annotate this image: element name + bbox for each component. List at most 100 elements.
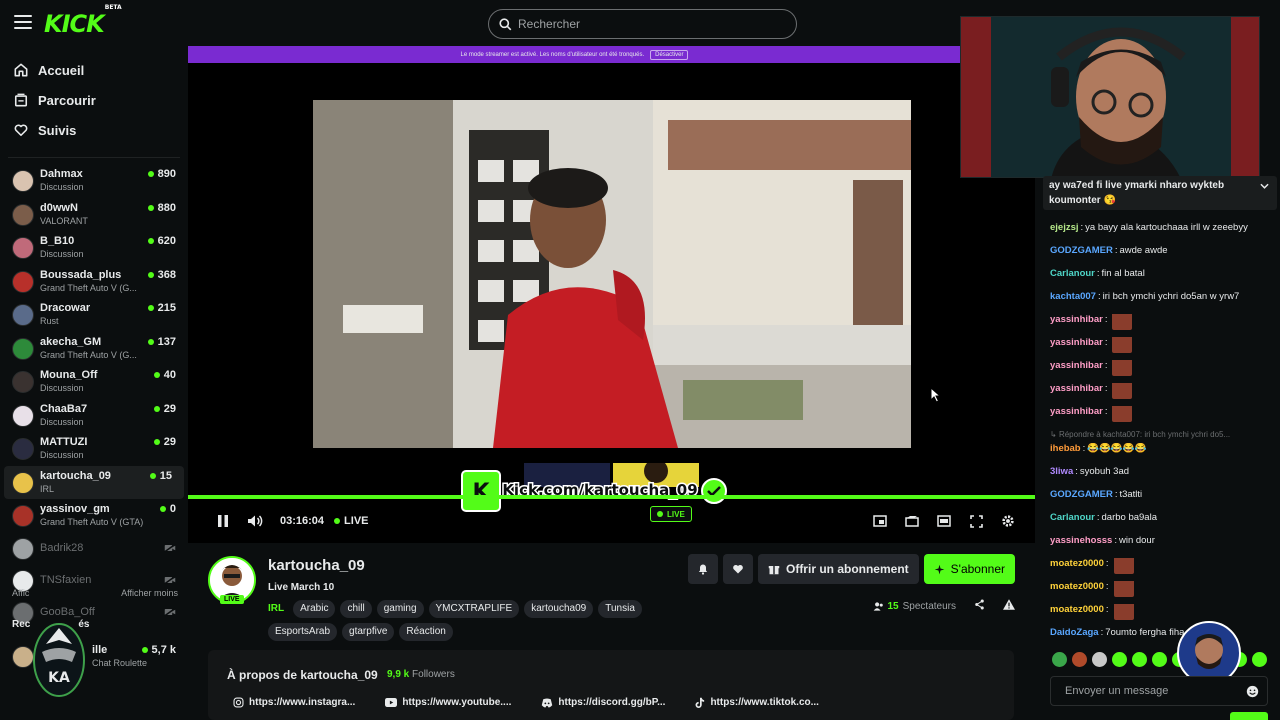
- fullscreen-icon[interactable]: [965, 510, 987, 532]
- chat-username[interactable]: DaidoZaga: [1050, 627, 1099, 638]
- emote-icon[interactable]: [1152, 652, 1167, 667]
- chat-username[interactable]: GODZGAMER: [1050, 245, 1113, 256]
- sidebar-channel-item[interactable]: Dahmax Discussion 890: [0, 164, 188, 198]
- gift-subscription-button[interactable]: Offrir un abonnement: [757, 554, 919, 584]
- chat-message: ihebab: 😂😂😂😂😂: [1050, 443, 1276, 466]
- channel-category: VALORANT: [40, 215, 88, 226]
- search-bar[interactable]: [488, 9, 797, 39]
- clip-icon[interactable]: [901, 510, 923, 532]
- chat-username[interactable]: yassinhibar: [1050, 383, 1103, 394]
- disable-streamer-mode-button[interactable]: Désactiver: [650, 49, 689, 60]
- emote-icon[interactable]: [1052, 652, 1067, 667]
- elapsed-time: 03:16:04: [280, 515, 325, 527]
- tag-chip[interactable]: chill: [340, 600, 372, 618]
- clan-logo-watermark: KA: [33, 623, 85, 697]
- emote-icon[interactable]: [1072, 652, 1087, 667]
- tag-chip[interactable]: EsportsArab: [268, 623, 338, 641]
- nav-browse[interactable]: Parcourir: [0, 85, 188, 115]
- chat-username[interactable]: GODZGAMER: [1050, 489, 1113, 500]
- chat-username[interactable]: yassinhibar: [1050, 360, 1103, 371]
- chat-username[interactable]: kachta007: [1050, 291, 1096, 302]
- recommended-channel[interactable]: ille Chat Roulette 5,7 k: [0, 640, 188, 674]
- sidebar-channel-item-offline[interactable]: Badrik28: [0, 533, 188, 565]
- chat-username[interactable]: moatez0000: [1050, 581, 1104, 592]
- sidebar-channel-item[interactable]: MATTUZI Discussion 29: [0, 432, 188, 466]
- sidebar-channel-item[interactable]: kartoucha_09 IRL 15: [4, 465, 184, 499]
- send-chat-button[interactable]: [1230, 712, 1268, 720]
- theater-mode-icon[interactable]: [933, 510, 955, 532]
- channel-category: Grand Theft Auto V (G...: [40, 349, 137, 360]
- chat-username[interactable]: moatez0000: [1050, 604, 1104, 615]
- follow-heart-button[interactable]: [722, 554, 753, 584]
- pinned-message[interactable]: ay wa7ed fi live ymarki nharo wykteb kou…: [1043, 176, 1277, 210]
- video-frame[interactable]: [313, 100, 911, 448]
- sidebar-channel-item[interactable]: ChaaBa7 Discussion 29: [0, 399, 188, 433]
- chat-username[interactable]: Carlanour: [1050, 512, 1095, 523]
- chat-username[interactable]: yassinhibar: [1050, 337, 1103, 348]
- nav-home[interactable]: Accueil: [0, 55, 188, 85]
- sidebar-channel-item[interactable]: Mouna_Off Discussion 40: [0, 365, 188, 399]
- sidebar-channel-item[interactable]: d0wwN VALORANT 880: [0, 198, 188, 232]
- chat-input[interactable]: [1065, 685, 1245, 697]
- subscribe-button[interactable]: S'abonner: [923, 554, 1015, 584]
- progress-bar[interactable]: [188, 495, 1035, 499]
- sidebar-channel-item[interactable]: Dracowar Rust 215: [0, 298, 188, 332]
- offline-icon: [164, 607, 176, 616]
- show-less-button[interactable]: Afficher moins: [121, 588, 178, 598]
- reply-arrow-icon: ↳: [1050, 430, 1059, 439]
- instagram-link[interactable]: https://www.instagra...: [233, 697, 355, 708]
- tag-chip[interactable]: gtarpfive: [342, 623, 395, 641]
- settings-gear-icon[interactable]: [997, 510, 1019, 532]
- chat-message-text: syobuh 3ad: [1079, 466, 1130, 477]
- share-icon[interactable]: [974, 599, 985, 613]
- volume-icon[interactable]: [244, 510, 266, 532]
- tag-chip[interactable]: kartoucha09: [524, 600, 594, 618]
- sidebar-channel-item[interactable]: B_B10 Discussion 620: [0, 231, 188, 265]
- streamer-name[interactable]: kartoucha_09: [268, 557, 365, 574]
- tiktok-link[interactable]: https://www.tiktok.co...: [695, 697, 819, 708]
- notification-bell-button[interactable]: [687, 554, 718, 584]
- category-link[interactable]: IRL: [268, 600, 284, 618]
- avatar: [12, 404, 34, 427]
- nav-following[interactable]: Suivis: [0, 115, 188, 145]
- chat-username[interactable]: 3liwa: [1050, 466, 1073, 477]
- chat-username[interactable]: moatez0000: [1050, 558, 1104, 569]
- emoji-picker-icon[interactable]: [1246, 685, 1259, 698]
- youtube-link[interactable]: https://www.youtube....: [385, 697, 511, 708]
- live-dot: [147, 338, 154, 345]
- viewer-count: 880: [147, 202, 176, 214]
- chat-username[interactable]: Carlanour: [1050, 268, 1095, 279]
- viewer-count: 620: [147, 235, 176, 247]
- emote-icon[interactable]: [1252, 652, 1267, 667]
- chat-username[interactable]: yassinhibar: [1050, 314, 1103, 325]
- live-dot: [334, 518, 341, 524]
- sidebar-channel-item[interactable]: yassinov_gm Grand Theft Auto V (GTA) 0: [0, 499, 188, 533]
- sidebar-channel-item[interactable]: Boussada_plus Grand Theft Auto V (G... 3…: [0, 265, 188, 299]
- tag-chip[interactable]: Arabic: [293, 600, 336, 618]
- pause-icon[interactable]: [212, 510, 234, 532]
- emote-icon[interactable]: [1132, 652, 1147, 667]
- search-input[interactable]: [518, 17, 778, 31]
- chat-username[interactable]: yassinhibar: [1050, 406, 1103, 417]
- show-all-button[interactable]: Affic: [12, 588, 29, 598]
- tag-chip[interactable]: YMCXTRAPLIFE: [428, 600, 520, 618]
- chevron-down-icon[interactable]: [1260, 183, 1269, 189]
- chat-colon: :: [1104, 406, 1108, 417]
- chat-username[interactable]: ejejzsj: [1050, 222, 1079, 233]
- tag-chip[interactable]: Réaction: [399, 623, 453, 641]
- report-warning-icon[interactable]: [1003, 599, 1015, 613]
- video-player[interactable]: K Kick.com/kartoucha_09 LIVE 03:16:04 LI…: [188, 63, 1035, 543]
- sidebar-channel-item[interactable]: akecha_GM Grand Theft Auto V (G... 137: [0, 332, 188, 366]
- chat-username[interactable]: yassinehosss: [1050, 535, 1112, 546]
- emote-icon[interactable]: [1092, 652, 1107, 667]
- emote-icon[interactable]: [1112, 652, 1127, 667]
- viewer-count-value: 15: [887, 600, 899, 612]
- chat-input-box[interactable]: [1050, 676, 1268, 706]
- kick-logo[interactable]: KICKBETA: [44, 4, 122, 38]
- tag-chip[interactable]: gaming: [376, 600, 424, 618]
- discord-link[interactable]: https://discord.gg/bP...: [541, 697, 665, 708]
- mini-player-icon[interactable]: [869, 510, 891, 532]
- tag-chip[interactable]: Tunsia: [598, 600, 642, 618]
- chat-username[interactable]: ihebab: [1050, 443, 1081, 454]
- hamburger-menu-icon[interactable]: [14, 15, 32, 29]
